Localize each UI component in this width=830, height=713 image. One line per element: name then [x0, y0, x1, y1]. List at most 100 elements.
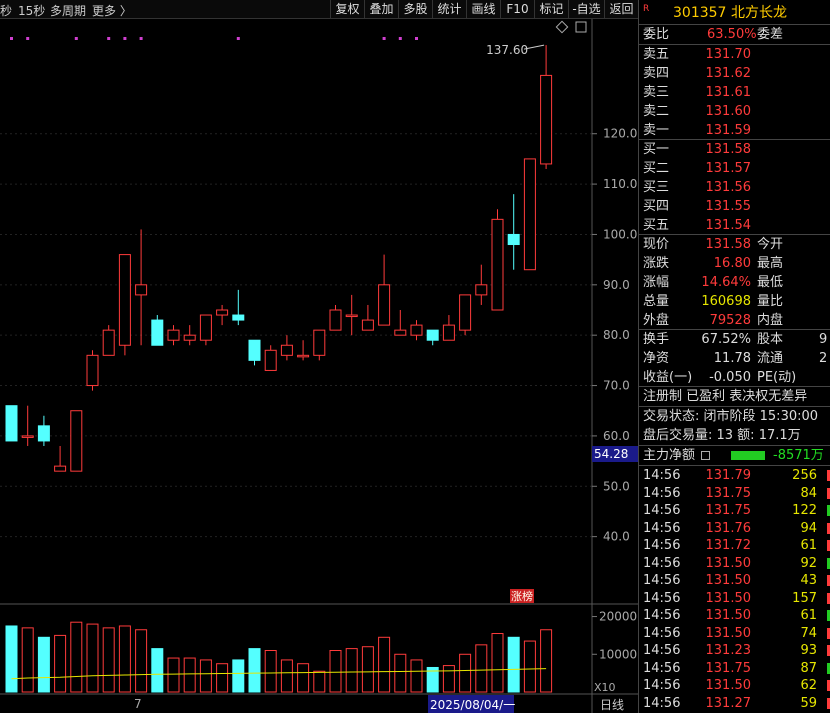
bid-row: 买四 131.55	[639, 197, 830, 216]
bid-row: 买五 131.54	[639, 216, 830, 235]
tick-row: 14:56 131.50 92	[639, 555, 830, 572]
volume-bar	[54, 634, 67, 693]
candle-body	[264, 349, 277, 371]
stat-value: 16.80	[713, 256, 751, 271]
y-tick-label: 50.0	[603, 479, 630, 493]
period-second[interactable]: 秒	[0, 2, 12, 19]
volume-bar	[442, 665, 455, 693]
volume-bar	[118, 625, 131, 693]
flow-bar	[731, 451, 765, 460]
bid-label: 买二	[643, 161, 670, 176]
volume-bar	[410, 659, 423, 693]
stat2-row: 净资 11.78 流通 2	[639, 349, 830, 368]
stat2-label: 收益(一)	[643, 370, 693, 385]
r-badge: R	[643, 4, 650, 14]
tick-volume: 256	[792, 468, 817, 483]
tick-price: 131.27	[705, 695, 752, 711]
candle-body	[459, 294, 472, 331]
vol-tick-label: 10000	[599, 647, 637, 661]
volume-bar	[199, 659, 212, 693]
ask-row: 卖四 131.62	[639, 64, 830, 83]
back-button[interactable]: 返回	[604, 0, 638, 19]
bid-row: 买二 131.57	[639, 159, 830, 178]
current-price-tag: 54.28	[594, 447, 628, 461]
candle-body	[345, 314, 358, 318]
stat2-label-2: 股本	[757, 332, 784, 347]
stat-value: 79528	[709, 313, 751, 328]
overlay-button[interactable]: 叠加	[364, 0, 398, 19]
panel-toggle-icon[interactable]	[575, 21, 587, 33]
stat2-value-2: 2	[819, 351, 828, 366]
stats-button[interactable]: 统计	[432, 0, 466, 19]
f10-button[interactable]: F10	[500, 0, 534, 19]
tick-row: 14:56 131.72 61	[639, 537, 830, 554]
signal-dot	[236, 37, 240, 40]
x-label: 7	[134, 697, 142, 711]
weibi-row: 委比 63.50% 委差	[639, 25, 830, 44]
multi-stock-button[interactable]: 多股	[398, 0, 432, 19]
tick-row: 14:56 131.50 74	[639, 625, 830, 642]
fuquan-button[interactable]: 复权	[330, 0, 364, 19]
y-tick-label: 60.0	[603, 429, 630, 443]
tick-price: 131.50	[705, 573, 752, 588]
candle-body	[118, 254, 131, 346]
volume-bar	[523, 640, 536, 693]
tick-price: 131.75	[705, 485, 752, 501]
candle-body	[410, 324, 423, 336]
volume-bar	[102, 627, 115, 693]
signal-dot	[74, 37, 78, 40]
stat-label-2: 内盘	[757, 313, 784, 328]
candle-body	[442, 324, 455, 341]
draw-line-button[interactable]: 画线	[466, 0, 500, 19]
stat-label: 涨幅	[643, 275, 670, 290]
zhangbang-badge[interactable]: 涨榜	[511, 589, 533, 603]
kline-chart[interactable]: 120.0 110.0 100.0 90.0 80.0 70.0 60.0 50.0 40.0 …	[0, 19, 638, 713]
bid-price: 131.58	[705, 142, 752, 157]
volume-bar	[232, 659, 245, 693]
candle-body	[361, 319, 374, 331]
volume-bar	[313, 670, 326, 693]
tick-price: 131.50	[705, 678, 752, 693]
stat2-value: -0.050	[709, 370, 751, 385]
ask-label: 卖四	[643, 66, 670, 81]
period-15s[interactable]: 15秒	[18, 2, 45, 19]
candle-body	[280, 344, 293, 356]
stat-value: 131.58	[705, 237, 752, 252]
stat-value: 14.64%	[701, 275, 751, 290]
vol-unit-label: X10	[594, 681, 616, 694]
bid-label: 买三	[643, 180, 670, 195]
tick-volume: 61	[800, 538, 817, 553]
ask-row: 卖三 131.61	[639, 83, 830, 102]
period-multi[interactable]: 多周期	[50, 2, 86, 19]
period-label[interactable]: 日线	[600, 698, 624, 712]
period-more[interactable]: 更多 〉	[92, 2, 132, 19]
ask-row: 卖二 131.60	[639, 102, 830, 121]
stat-label-2: 最低	[757, 275, 784, 290]
stat-row: 现价 131.58 今开	[639, 235, 830, 254]
y-tick-label: 40.0	[603, 530, 630, 544]
tick-volume: 122	[792, 503, 817, 518]
stat-value: 160698	[701, 294, 751, 309]
tick-time: 14:56	[643, 503, 681, 518]
y-tick-label: 110.0	[603, 177, 637, 191]
ask-label: 卖五	[643, 47, 670, 62]
trade-status-row: 交易状态: 闭市阶段 15:30:00	[639, 407, 830, 426]
date-cursor-label: 2025/08/04/一	[430, 698, 515, 712]
info-icon[interactable]	[701, 451, 710, 460]
ask-price: 131.60	[705, 104, 752, 119]
ask-price: 131.70	[705, 47, 752, 62]
stat2-value-2: 9	[819, 332, 828, 347]
candle-body	[232, 314, 245, 321]
tick-row: 14:56 131.50 157	[639, 590, 830, 607]
candle-body	[5, 405, 18, 442]
stock-name: 北方长龙	[731, 5, 787, 21]
remove-watchlist-button[interactable]: -自选	[568, 0, 604, 19]
volume-bar	[5, 625, 18, 693]
tick-volume: 84	[800, 485, 817, 501]
diamond-icon[interactable]	[555, 20, 569, 34]
tick-volume: 61	[800, 608, 817, 623]
mark-button[interactable]: 标记	[534, 0, 568, 19]
stat-label-2: 最高	[757, 256, 784, 271]
tick-time: 14:56	[643, 660, 681, 676]
tick-time: 14:56	[643, 608, 681, 623]
